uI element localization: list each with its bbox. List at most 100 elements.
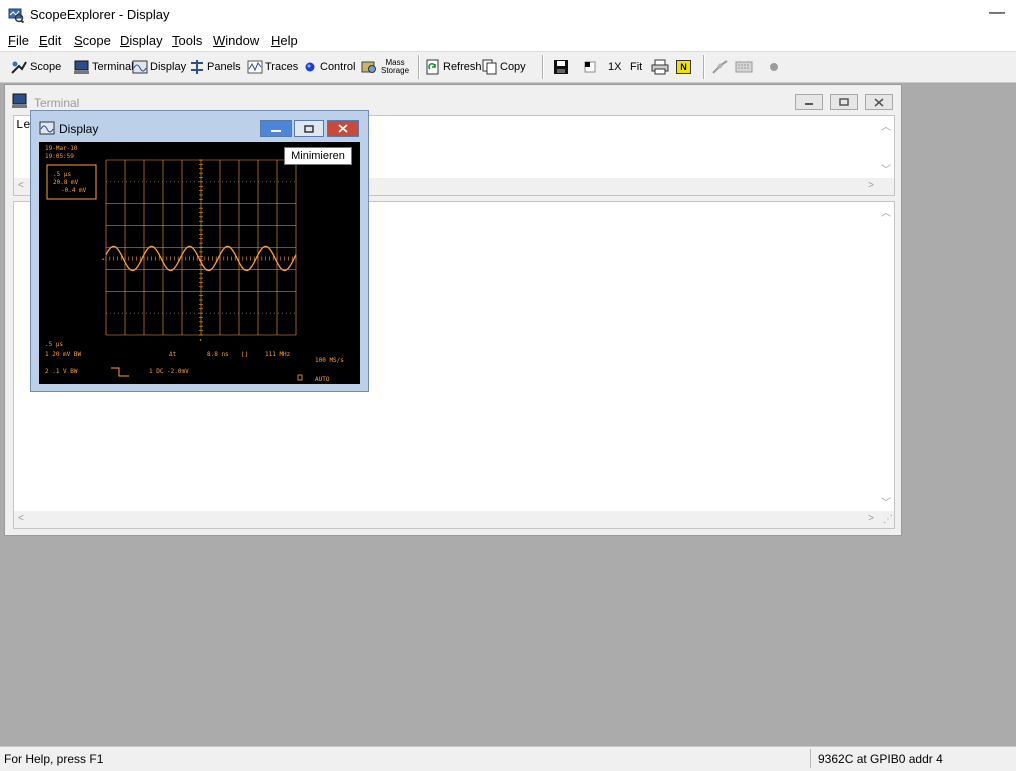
terminal-title: Terminal (34, 96, 80, 110)
terminal-text: Le (16, 118, 31, 132)
menu-scope[interactable]: Scope (74, 33, 111, 48)
resize-grip-icon[interactable]: ⋰ (883, 514, 893, 525)
chevron-left-icon[interactable]: < (18, 513, 24, 524)
minimize-icon (805, 103, 813, 105)
menu-display[interactable]: Display (120, 33, 163, 48)
terminal-input-hscrollbar[interactable]: < > ⋰ (14, 511, 894, 528)
terminal-minimize-button[interactable] (795, 94, 823, 110)
connect-button[interactable] (711, 58, 731, 76)
mass-storage-button[interactable]: Mass Storage (361, 58, 409, 76)
terminal-maximize-button[interactable] (830, 94, 858, 110)
scope-graticule: ▸▴ (102, 159, 297, 343)
trigger-mode: AUTO (315, 376, 330, 383)
toolbar: Scope Terminal Display Panels Traces Con… (0, 52, 1016, 83)
zoom-1x-button[interactable]: 1X (608, 58, 621, 76)
oscilloscope-screen[interactable]: 19-Mar-10 19:05:59 .5 µs 20.8 mV -0.4 mV… (39, 142, 360, 384)
sample-rate-value: 100 MS/s (315, 357, 344, 364)
control-button[interactable]: Control (304, 58, 355, 76)
delta-t-frequency-icon: ⌊⌋ (241, 351, 248, 358)
print-button[interactable] (651, 58, 671, 76)
minimize-icon (271, 129, 281, 132)
cursor-voltage-value: 20.8 mV (53, 179, 79, 186)
printer-icon (651, 59, 669, 75)
delta-t-label: Δt (169, 351, 177, 358)
channel-2-scale: 2 .1 V BW (45, 368, 78, 375)
display-button[interactable]: Display (132, 58, 186, 76)
refresh-button[interactable]: Refresh (426, 58, 482, 76)
record-button[interactable] (768, 58, 782, 76)
toolbar-separator (703, 55, 705, 79)
menu-help[interactable]: Help (271, 33, 298, 48)
refresh-icon (426, 59, 439, 75)
n-mode-button[interactable]: N (676, 58, 691, 76)
trigger-position-marker: ▴ (199, 337, 202, 343)
minimize-tooltip: Minimieren (284, 147, 352, 165)
display-icon (132, 60, 148, 74)
chevron-left-icon[interactable]: < (18, 180, 24, 191)
scope-time: 19:05:59 (45, 153, 74, 160)
menu-edit[interactable]: Edit (39, 33, 61, 48)
connect-plug-icon (712, 60, 728, 74)
maximize-icon (839, 98, 849, 106)
close-icon (874, 97, 884, 107)
timebase-value: .5 µs (45, 341, 63, 348)
display-close-button[interactable] (327, 120, 359, 137)
traces-button[interactable]: Traces (247, 58, 298, 76)
menu-tools[interactable]: Tools (172, 33, 202, 48)
status-help-text: For Help, press F1 (4, 752, 104, 766)
chevron-down-icon[interactable]: ﹀ (881, 494, 891, 509)
delta-t-value: 8.8 ns (207, 351, 229, 358)
chevron-right-icon[interactable]: > (868, 180, 874, 191)
panels-button[interactable]: Panels (189, 58, 241, 76)
display-title: Display (59, 122, 99, 136)
menu-file[interactable]: File (8, 33, 29, 48)
frequency-value: 111 MHz (265, 351, 291, 358)
floppy-disk-icon (554, 60, 568, 74)
scope-button[interactable]: Scope (10, 58, 61, 76)
copy-icon (482, 59, 497, 75)
panels-icon (191, 60, 203, 74)
menu-window[interactable]: Window (213, 33, 259, 48)
cursor-time-value: .5 µs (53, 171, 71, 178)
scope-date: 19-Mar-10 (45, 145, 78, 152)
save-button[interactable] (553, 58, 571, 76)
chevron-up-icon[interactable]: ︿ (881, 118, 891, 133)
scope-probe-icon (11, 61, 27, 74)
n-badge: N (676, 60, 691, 74)
channel-1-scale: 1 20 mV BW (45, 351, 82, 358)
display-icon (39, 121, 55, 135)
trigger-edge-icon (111, 367, 129, 377)
chevron-down-icon[interactable]: ﹀ (881, 161, 891, 176)
toolbar-separator (542, 55, 544, 79)
fit-button[interactable]: Fit (630, 58, 642, 76)
terminal-close-button[interactable] (865, 94, 893, 110)
keyboard-icon (735, 61, 753, 73)
display-maximize-button[interactable] (294, 120, 324, 137)
chevron-right-icon[interactable]: > (868, 513, 874, 524)
cursor-delta-value: -0.4 mV (61, 187, 87, 194)
keyboard-button[interactable] (735, 58, 755, 76)
close-icon (338, 124, 348, 133)
chevron-up-icon[interactable]: ︿ (881, 204, 891, 219)
minimize-app-button[interactable]: — (985, 4, 1009, 26)
status-bar: For Help, press F1 9362C at GPIB0 addr 4 (0, 746, 1016, 771)
window-title: ScopeExplorer - Display (30, 7, 170, 22)
contrast-button[interactable] (583, 58, 599, 76)
status-connection: 9362C at GPIB0 addr 4 (818, 752, 943, 766)
black-white-icon (584, 61, 596, 73)
title-bar: ScopeExplorer - Display — (0, 0, 1016, 30)
terminal-button[interactable]: Terminal (74, 58, 134, 76)
terminal-output-vscrollbar[interactable]: ︿ ﹀ (877, 116, 894, 178)
menu-bar: File Edit Scope Display Tools Window Hel… (0, 30, 1016, 52)
terminal-input-vscrollbar[interactable]: ︿ ﹀ (877, 202, 894, 511)
trigger-setting: 1 DC -2.0mV (149, 368, 189, 375)
acquisition-indicator-icon (297, 374, 303, 381)
scope-explorer-app-icon (8, 8, 24, 23)
circle-icon (770, 63, 778, 71)
control-icon (305, 62, 315, 72)
display-minimize-button[interactable] (260, 120, 292, 137)
copy-button[interactable]: Copy (482, 58, 526, 76)
maximize-icon (304, 124, 314, 133)
display-title-bar[interactable]: Display (31, 111, 368, 141)
traces-icon (247, 60, 263, 74)
